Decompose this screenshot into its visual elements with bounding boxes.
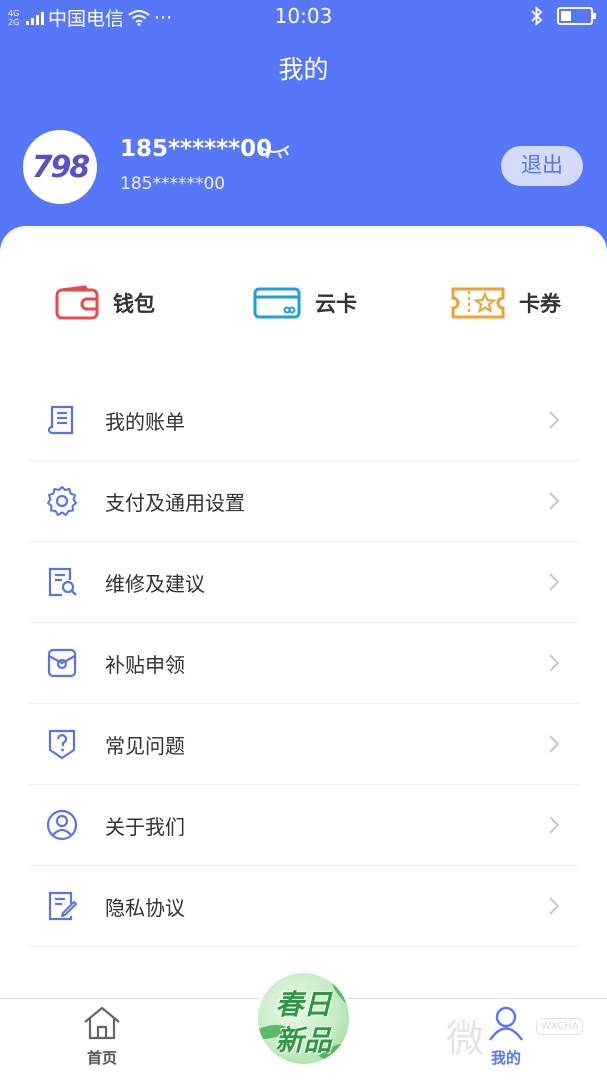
menu-label: 维修及建议 — [105, 571, 205, 596]
quick-action-coupon[interactable]: 卡券 — [451, 280, 561, 326]
wallet-icon — [55, 285, 99, 320]
bluetooth-icon — [531, 6, 543, 26]
user-circle-icon — [46, 809, 78, 841]
quick-action-wallet[interactable]: 钱包 — [55, 280, 155, 326]
chevron-right-icon — [549, 735, 560, 753]
menu-item-faq[interactable]: 常见问题 — [28, 704, 580, 785]
quick-action-label: 卡券 — [519, 292, 561, 316]
menu-item-subsidy[interactable]: 补贴申领 — [28, 623, 580, 704]
tab-label: 首页 — [86, 1049, 117, 1067]
watermark: 微 WXCHA — [446, 1004, 606, 1064]
promo-text-line2: 新品 — [275, 1024, 332, 1057]
quick-action-cloud-card[interactable]: 云卡 — [253, 280, 357, 326]
chevron-right-icon — [549, 816, 560, 834]
page-title: 我的 — [278, 55, 329, 84]
menu-label: 关于我们 — [105, 814, 185, 839]
quick-action-label: 云卡 — [315, 292, 357, 316]
menu-label: 补贴申领 — [105, 652, 185, 677]
home-icon — [84, 1006, 120, 1040]
quick-actions: 钱包 云卡 卡券 — [0, 280, 607, 330]
status-time: 10:03 — [274, 4, 333, 28]
tab-home[interactable]: 首页 — [62, 1005, 142, 1068]
menu-item-about[interactable]: 关于我们 — [28, 785, 580, 866]
menu-list: 我的账单 支付及通用设置 维修及建议 补贴申领 常见问题 关于我们 隐私协议 — [28, 380, 580, 947]
promo-badge[interactable]: 春日 新品 — [255, 970, 352, 1067]
avatar-logo: 798 — [31, 149, 91, 185]
watermark-glyph: 微 — [446, 1017, 485, 1061]
user-phone: 185******00 — [120, 136, 273, 162]
privacy-doc-icon — [48, 891, 77, 921]
menu-label: 隐私协议 — [105, 895, 185, 920]
eye-closed-icon[interactable] — [257, 140, 291, 160]
menu-item-privacy[interactable]: 隐私协议 — [28, 866, 580, 947]
status-bar: 4G 2G 中国电信 ··· 10:03 — [0, 0, 607, 34]
user-sub-phone: 185******00 — [120, 174, 226, 194]
question-icon — [48, 729, 76, 760]
bill-icon — [47, 405, 74, 435]
card-icon — [253, 287, 301, 319]
quick-action-label: 钱包 — [113, 292, 155, 316]
coupon-icon — [451, 287, 505, 319]
chevron-right-icon — [549, 411, 560, 429]
status-right — [531, 6, 596, 26]
chevron-right-icon — [549, 897, 560, 915]
avatar[interactable]: 798 — [23, 130, 97, 204]
chevron-right-icon — [549, 492, 560, 510]
repair-icon — [48, 567, 77, 597]
chevron-right-icon — [549, 654, 560, 672]
menu-item-settings[interactable]: 支付及通用设置 — [28, 461, 580, 542]
gear-icon — [47, 486, 77, 516]
header-background — [0, 0, 607, 262]
battery-level — [561, 11, 571, 21]
chevron-right-icon — [549, 573, 560, 591]
menu-item-repair[interactable]: 维修及建议 — [28, 542, 580, 623]
promo-text-line1: 春日 — [275, 988, 332, 1021]
logout-button[interactable]: 退出 — [501, 146, 583, 186]
watermark-badge: WXCHA — [536, 1018, 584, 1035]
battery-icon — [557, 7, 596, 25]
menu-label: 支付及通用设置 — [105, 490, 245, 515]
subsidy-icon — [47, 648, 77, 678]
menu-label: 我的账单 — [105, 409, 185, 434]
menu-label: 常见问题 — [105, 733, 185, 758]
menu-item-bill[interactable]: 我的账单 — [28, 380, 580, 461]
